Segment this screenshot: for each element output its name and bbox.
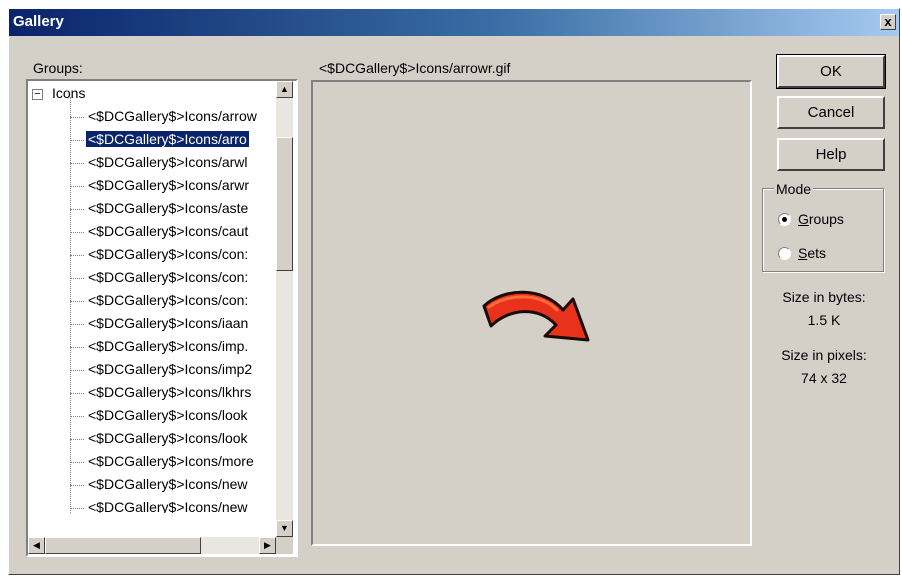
tree-branch-line <box>70 324 84 325</box>
radio-sets-indicator[interactable] <box>778 247 791 260</box>
tree-branch-line <box>70 370 84 371</box>
cancel-button[interactable]: Cancel <box>777 96 885 129</box>
tree-item[interactable]: <$DCGallery$>Icons/arwr <box>28 175 278 198</box>
size-pixels-label: Size in pixels: <box>781 347 867 363</box>
ok-button[interactable]: OK <box>776 54 886 89</box>
tree-item-label: <$DCGallery$>Icons/new <box>88 476 248 492</box>
tree-item[interactable]: <$DCGallery$>Icons/iaan <box>28 313 278 336</box>
size-pixels-value: 74 x 32 <box>801 370 847 386</box>
tree-item-label: <$DCGallery$>Icons/look <box>88 430 248 446</box>
tree-branch-line <box>70 209 84 210</box>
tree-branch-line <box>70 462 84 463</box>
preview-pane <box>311 80 752 546</box>
tree-item-label: <$DCGallery$>Icons/arwl <box>88 154 248 170</box>
tree-item[interactable]: <$DCGallery$>Icons/aste <box>28 198 278 221</box>
tree-branch-line <box>70 347 84 348</box>
tree-item-label: <$DCGallery$>Icons/con: <box>88 246 249 262</box>
vertical-scroll-thumb[interactable] <box>276 137 293 271</box>
tree-item[interactable]: <$DCGallery$>Icons/look <box>28 405 278 428</box>
tree-item[interactable]: <$DCGallery$>Icons/new <box>28 497 278 513</box>
tree-item-label: <$DCGallery$>Icons/iaan <box>88 315 249 331</box>
size-bytes-label: Size in bytes: <box>782 289 866 305</box>
tree-item[interactable]: <$DCGallery$>Icons/look <box>28 428 278 451</box>
tree-item[interactable]: <$DCGallery$>Icons/lkhrs <box>28 382 278 405</box>
tree-item[interactable]: <$DCGallery$>Icons/arro <box>28 129 278 152</box>
tree-item-label: <$DCGallery$>Icons/aste <box>88 200 249 216</box>
mode-legend: Mode <box>774 181 814 197</box>
tree-item[interactable]: <$DCGallery$>Icons/imp2 <box>28 359 278 382</box>
tree-horizontal-scrollbar[interactable]: ◀ ▶ <box>28 537 276 554</box>
groups-tree[interactable]: − Icons <$DCGallery$>Icons/arrow <$DCGall… <box>26 79 298 557</box>
tree-item-label: <$DCGallery$>Icons/lkhrs <box>88 384 252 400</box>
tree-item-label: <$DCGallery$>Icons/caut <box>88 223 249 239</box>
tree-branch-line <box>70 508 84 509</box>
preview-path: <$DCGallery$>Icons/arrowr.gif <box>319 60 511 76</box>
tree-branch-line <box>70 439 84 440</box>
groups-label: Groups: <box>33 60 83 76</box>
scroll-left-button[interactable]: ◀ <box>28 537 45 554</box>
title-bar: Gallery x <box>9 9 899 36</box>
tree-branch-line <box>70 485 84 486</box>
tree-item-label: <$DCGallery$>Icons/more <box>88 453 254 469</box>
tree-branch-line <box>70 117 84 118</box>
size-bytes-value: 1.5 K <box>807 312 841 328</box>
tree-branch-line <box>70 232 84 233</box>
tree-branch-line <box>70 163 84 164</box>
tree-item[interactable]: <$DCGallery$>Icons/con: <box>28 244 278 267</box>
collapse-icon[interactable]: − <box>32 89 43 100</box>
tree-item[interactable]: <$DCGallery$>Icons/more <box>28 451 278 474</box>
tree-item-label: <$DCGallery$>Icons/new <box>88 499 248 513</box>
tree-item-label: <$DCGallery$>Icons/imp. <box>88 338 249 354</box>
tree-item[interactable]: <$DCGallery$>Icons/arrow <box>28 106 278 129</box>
tree-vertical-scrollbar[interactable]: ▲ ▼ <box>276 81 293 537</box>
radio-selected-dot <box>782 217 787 222</box>
curved-arrow-right-icon <box>482 290 590 342</box>
tree-item[interactable]: <$DCGallery$>Icons/caut <box>28 221 278 244</box>
tree-root-label: Icons <box>52 85 86 101</box>
scroll-up-button[interactable]: ▲ <box>276 81 293 98</box>
tree-item-label: <$DCGallery$>Icons/con: <box>88 269 249 285</box>
tree-branch-line <box>70 393 84 394</box>
tree-branch-line <box>70 301 84 302</box>
tree-item[interactable]: <$DCGallery$>Icons/arwl <box>28 152 278 175</box>
horizontal-scroll-thumb[interactable] <box>45 537 201 554</box>
radio-sets-label: Sets <box>798 245 827 261</box>
scroll-right-button[interactable]: ▶ <box>259 537 276 554</box>
tree-item[interactable]: <$DCGallery$>Icons/imp. <box>28 336 278 359</box>
tree-item[interactable]: <$DCGallery$>Icons/con: <box>28 267 278 290</box>
tree-rows: − Icons <$DCGallery$>Icons/arrow <$DCGall… <box>28 83 278 513</box>
radio-groups-label: Groups <box>798 211 844 227</box>
tree-item-label: <$DCGallery$>Icons/arwr <box>88 177 250 193</box>
tree-branch-line <box>70 186 84 187</box>
tree-branch-line <box>70 255 84 256</box>
radio-groups-indicator[interactable] <box>778 213 791 226</box>
tree-branch-line <box>70 278 84 279</box>
tree-item-label: <$DCGallery$>Icons/look <box>88 407 248 423</box>
tree-item[interactable]: <$DCGallery$>Icons/new <box>28 474 278 497</box>
tree-item-label: <$DCGallery$>Icons/con: <box>88 292 249 308</box>
tree-item-label: <$DCGallery$>Icons/arro <box>85 130 250 148</box>
help-button[interactable]: Help <box>777 138 885 171</box>
tree-branch-line <box>70 140 84 141</box>
tree-item-label: <$DCGallery$>Icons/arrow <box>88 108 257 124</box>
scroll-corner <box>276 537 293 554</box>
window-title: Gallery <box>13 13 64 30</box>
tree-item-label: <$DCGallery$>Icons/imp2 <box>88 361 253 377</box>
tree-root-icons[interactable]: − Icons <box>28 83 278 106</box>
close-button[interactable]: x <box>880 14 896 30</box>
tree-item[interactable]: <$DCGallery$>Icons/con: <box>28 290 278 313</box>
tree-branch-line <box>70 416 84 417</box>
scroll-down-button[interactable]: ▼ <box>276 520 293 537</box>
